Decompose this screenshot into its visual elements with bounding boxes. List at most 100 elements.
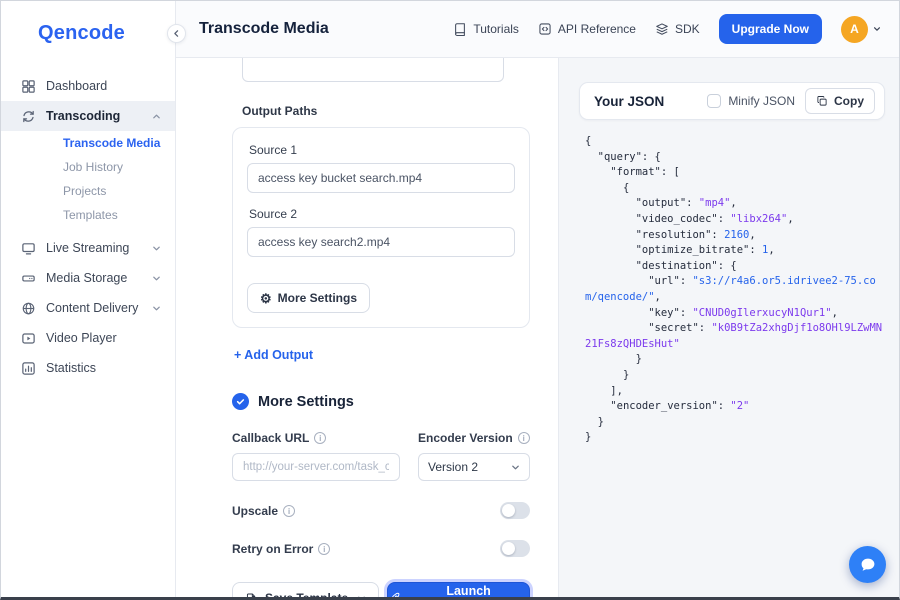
sidebar-item-transcoding[interactable]: Transcoding [1, 101, 175, 131]
callback-url-input[interactable] [232, 453, 400, 481]
nav-link-label: API Reference [558, 22, 636, 36]
upgrade-now-button[interactable]: Upgrade Now [719, 14, 822, 44]
json-code: { "query": { "format": [ { "output": "mp… [579, 134, 885, 446]
content-area: Output Paths Source 1 Source 2 ⚙ More Se… [176, 58, 899, 597]
info-icon [314, 432, 326, 444]
sidebar: Qencode Dashboard Transcoding Transcode … [1, 1, 176, 597]
sidebar-item-job-history[interactable]: Job History [1, 155, 175, 179]
sidebar-item-media-storage[interactable]: Media Storage [1, 263, 175, 293]
json-panel: Your JSON Minify JSON Copy { "query": { … [559, 58, 899, 597]
chevron-down-icon [152, 244, 161, 253]
callback-url-label: Callback URL [232, 431, 309, 445]
sidebar-item-label: Dashboard [46, 79, 161, 93]
app-window: Qencode Dashboard Transcoding Transcode … [0, 0, 900, 600]
copy-button-label: Copy [834, 94, 864, 108]
more-settings-button-label: More Settings [278, 291, 357, 305]
callback-url-group: Callback URL [232, 431, 400, 481]
nav-link-label: Tutorials [473, 22, 519, 36]
upscale-label-row: Upscale [232, 504, 295, 518]
nav-tutorials[interactable]: Tutorials [453, 22, 519, 36]
nav-link-label: SDK [675, 22, 700, 36]
retry-on-error-row: Retry on Error [232, 540, 530, 557]
chevron-up-icon [152, 112, 161, 121]
chevron-down-icon [873, 25, 881, 33]
sidebar-item-templates[interactable]: Templates [1, 203, 175, 227]
page-title: Transcode Media [199, 20, 329, 38]
toggle-knob [502, 504, 515, 517]
template-icon [245, 592, 258, 598]
save-template-label: Save Template [265, 591, 348, 597]
sidebar-item-label: Live Streaming [46, 241, 142, 255]
chat-bubble-icon [859, 556, 877, 574]
source-2-label: Source 2 [249, 207, 515, 221]
upscale-toggle[interactable] [500, 502, 530, 519]
sidebar-collapse-button[interactable] [167, 24, 186, 43]
sidebar-item-label: Transcoding [46, 109, 142, 123]
save-template-button[interactable]: Save Template [232, 582, 379, 597]
gear-icon: ⚙ [260, 292, 272, 305]
encoder-version-value: Version 2 [428, 460, 478, 474]
sidebar-item-label: Media Storage [46, 271, 142, 285]
output-paths-card: Source 1 Source 2 ⚙ More Settings [232, 127, 530, 328]
dashboard-icon [21, 79, 36, 94]
rocket-icon [388, 592, 401, 598]
upscale-row: Upscale [232, 502, 530, 519]
encoder-version-select[interactable]: Version 2 [418, 453, 530, 481]
minify-json-control[interactable]: Minify JSON [707, 94, 795, 108]
account-menu[interactable]: A [841, 16, 881, 43]
qencode-logo[interactable]: Qencode [1, 1, 175, 45]
nav-api-reference[interactable]: API Reference [538, 22, 636, 36]
transcode-form: Output Paths Source 1 Source 2 ⚙ More Se… [176, 58, 559, 597]
sidebar-item-statistics[interactable]: Statistics [1, 353, 175, 383]
chevron-down-icon [152, 274, 161, 283]
copy-icon [816, 95, 828, 107]
minify-json-checkbox[interactable] [707, 94, 721, 108]
more-settings-title: More Settings [258, 394, 354, 410]
more-settings-button[interactable]: ⚙ More Settings [247, 283, 370, 313]
nav-sdk[interactable]: SDK [655, 22, 700, 36]
action-buttons-row: Save Template Launch Transcoding [232, 582, 530, 597]
transcoding-icon [21, 109, 36, 124]
statistics-icon [21, 361, 36, 376]
retry-on-error-toggle[interactable] [500, 540, 530, 557]
avatar: A [841, 16, 868, 43]
source-1-input[interactable] [247, 163, 515, 193]
chevron-left-icon [172, 29, 181, 38]
content-delivery-icon [21, 301, 36, 316]
output-path-input-partial[interactable] [242, 58, 504, 82]
launch-transcoding-label: Launch Transcoding [408, 584, 529, 597]
sdk-icon [655, 22, 669, 36]
chevron-down-icon [511, 463, 520, 472]
header-nav: Tutorials API Reference SDK Upgrade Now … [453, 14, 881, 44]
sidebar-item-label: Video Player [46, 331, 161, 345]
minify-json-label: Minify JSON [728, 94, 795, 108]
encoder-version-group: Encoder Version Version 2 [418, 431, 530, 481]
json-panel-header: Your JSON Minify JSON Copy [579, 82, 885, 120]
json-panel-title: Your JSON [594, 94, 664, 109]
sidebar-item-video-player[interactable]: Video Player [1, 323, 175, 353]
source-1-label: Source 1 [249, 143, 515, 157]
chevron-down-icon [357, 594, 366, 598]
encoder-version-label: Encoder Version [418, 431, 513, 445]
sidebar-item-content-delivery[interactable]: Content Delivery [1, 293, 175, 323]
sidebar-item-live-streaming[interactable]: Live Streaming [1, 233, 175, 263]
chat-widget-button[interactable] [849, 546, 886, 583]
more-settings-section-header: More Settings [232, 393, 530, 410]
sidebar-item-dashboard[interactable]: Dashboard [1, 71, 175, 101]
sidebar-item-projects[interactable]: Projects [1, 179, 175, 203]
api-reference-icon [538, 22, 552, 36]
sidebar-item-transcode-media[interactable]: Transcode Media [1, 131, 175, 155]
source-2-input[interactable] [247, 227, 515, 257]
check-circle-icon [232, 393, 249, 410]
tutorials-icon [453, 22, 467, 36]
upscale-label: Upscale [232, 504, 278, 518]
copy-json-button[interactable]: Copy [805, 88, 875, 114]
video-player-icon [21, 331, 36, 346]
chevron-down-icon [152, 304, 161, 313]
toggle-knob [502, 542, 515, 555]
live-streaming-icon [21, 241, 36, 256]
launch-transcoding-button[interactable]: Launch Transcoding [387, 582, 530, 597]
add-output-link[interactable]: + Add Output [234, 348, 313, 362]
encoder-version-label-row: Encoder Version [418, 431, 530, 445]
header: Transcode Media Tutorials API Reference … [176, 1, 899, 58]
